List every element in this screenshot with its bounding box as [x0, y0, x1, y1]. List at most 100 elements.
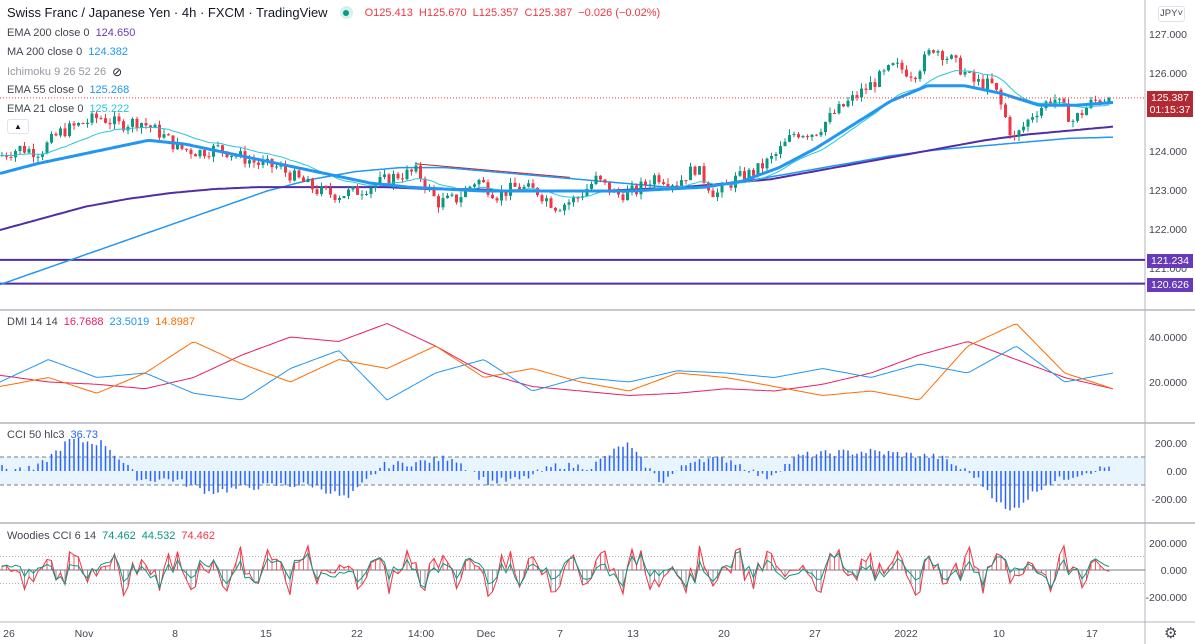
bar-countdown: 01:15:37	[1149, 104, 1191, 116]
collapse-legend-button[interactable]: ▲	[7, 119, 29, 134]
legend-value: 125.222	[89, 103, 130, 115]
candle-body	[873, 82, 877, 87]
candle-body	[333, 194, 337, 201]
candle-body	[441, 198, 445, 208]
legend-label: Woodies CCI 6 14	[7, 530, 97, 542]
candle-body	[936, 51, 940, 53]
time-axis-label: 13	[627, 628, 639, 640]
candle-body	[1004, 104, 1007, 118]
candle-body	[959, 57, 962, 75]
candle-body	[1035, 115, 1039, 118]
candle-body	[72, 123, 76, 126]
candle-body	[167, 134, 170, 136]
ma200-line	[0, 136, 1114, 286]
legend-label: EMA 21 close 0	[7, 103, 84, 115]
legend-label: CCI 50 hlc3	[7, 429, 65, 441]
candle-body	[815, 134, 818, 136]
candle-body	[576, 197, 580, 199]
settings-gear-icon[interactable]: ⚙	[1164, 624, 1177, 642]
candle-body	[23, 145, 26, 153]
candle-body	[590, 184, 593, 189]
candle-body	[662, 182, 665, 184]
candle-body	[491, 194, 494, 199]
candle-body	[113, 116, 116, 125]
candle-body	[293, 170, 296, 181]
candle-body	[918, 71, 922, 80]
woodies-value: 74.462	[181, 530, 216, 542]
candle-body	[761, 163, 764, 169]
candle-body	[338, 197, 341, 201]
candle-body	[801, 136, 805, 138]
candle-body	[567, 202, 571, 205]
legend-label: MA 200 close 0	[7, 46, 83, 58]
candle-body	[675, 185, 679, 187]
candle-body	[36, 156, 40, 158]
legend-label: DMI 14 14	[7, 316, 58, 328]
candle-body	[909, 76, 913, 78]
candle-body	[329, 188, 332, 195]
candle-body	[18, 145, 22, 152]
candle-body	[783, 141, 787, 147]
candle-body	[869, 82, 872, 90]
candle-body	[185, 148, 188, 150]
candle-body	[644, 181, 647, 185]
legend-label: Ichimoku 9 26 52 26	[7, 66, 107, 78]
candle-body	[1022, 126, 1025, 131]
time-axis-label: 7	[557, 628, 563, 640]
candle-body	[437, 196, 440, 208]
axis-label: 200.000	[1149, 538, 1187, 550]
candle-body	[104, 118, 107, 123]
candle-body	[1017, 130, 1021, 137]
dmi-legend[interactable]: DMI 14 14 16.7688 23.5019 14.8987	[7, 316, 195, 328]
candle-body	[347, 189, 350, 197]
candle-body	[216, 145, 220, 147]
cci-legend[interactable]: CCI 50 hlc3 36.73	[7, 429, 98, 441]
candle-body	[1031, 117, 1034, 120]
candle-body	[806, 136, 809, 138]
candle-body	[594, 175, 598, 185]
candle-body	[1085, 107, 1088, 116]
legend-ema200[interactable]: EMA 200 close 0 124.650	[7, 27, 135, 39]
candle-body	[275, 166, 278, 168]
woodies-legend[interactable]: Woodies CCI 6 14 74.462 44.532 74.462	[7, 530, 215, 542]
legend-ichimoku[interactable]: Ichimoku 9 26 52 26 ⊘	[7, 65, 122, 79]
price-axis-label: 122.000	[1149, 224, 1187, 236]
ema55-line	[0, 84, 1114, 193]
candle-body	[792, 134, 796, 136]
eye-hidden-icon[interactable]: ⊘	[112, 65, 122, 79]
candle-body	[108, 122, 112, 125]
candle-body	[954, 55, 958, 58]
candle-body	[131, 118, 134, 127]
candle-body	[702, 166, 706, 183]
candle-body	[986, 78, 989, 90]
candle-body	[459, 197, 463, 203]
legend-value: 124.382	[88, 46, 128, 58]
candle-body	[230, 155, 233, 158]
candle-body	[891, 63, 895, 66]
candle-body	[545, 198, 548, 202]
candle-body	[50, 133, 53, 143]
candle-body	[824, 121, 827, 133]
ohlc-change: −0.026 (−0.02%)	[578, 6, 661, 19]
candle-body	[698, 166, 701, 175]
candle-body	[770, 155, 773, 159]
candle-body	[599, 175, 602, 180]
candle-body	[527, 183, 530, 187]
currency-select[interactable]: JPY˅	[1158, 6, 1185, 22]
legend-ma200[interactable]: MA 200 close 0 124.382	[7, 46, 128, 58]
candle-body	[603, 179, 607, 183]
legend-ema21[interactable]: EMA 21 close 0 125.222	[7, 103, 129, 115]
candle-body	[923, 54, 926, 72]
axis-label: 0.00	[1166, 466, 1187, 478]
axis-label: -200.000	[1145, 592, 1187, 604]
candle-body	[932, 50, 935, 53]
candle-body	[383, 174, 386, 177]
candle-body	[639, 181, 643, 195]
candle-body	[1094, 99, 1097, 101]
candle-body	[666, 183, 670, 187]
candle-body	[788, 135, 791, 142]
legend-ema55[interactable]: EMA 55 close 0 125.268	[7, 84, 129, 96]
candle-body	[621, 194, 625, 201]
candle-body	[554, 207, 557, 211]
candle-body	[572, 197, 575, 203]
